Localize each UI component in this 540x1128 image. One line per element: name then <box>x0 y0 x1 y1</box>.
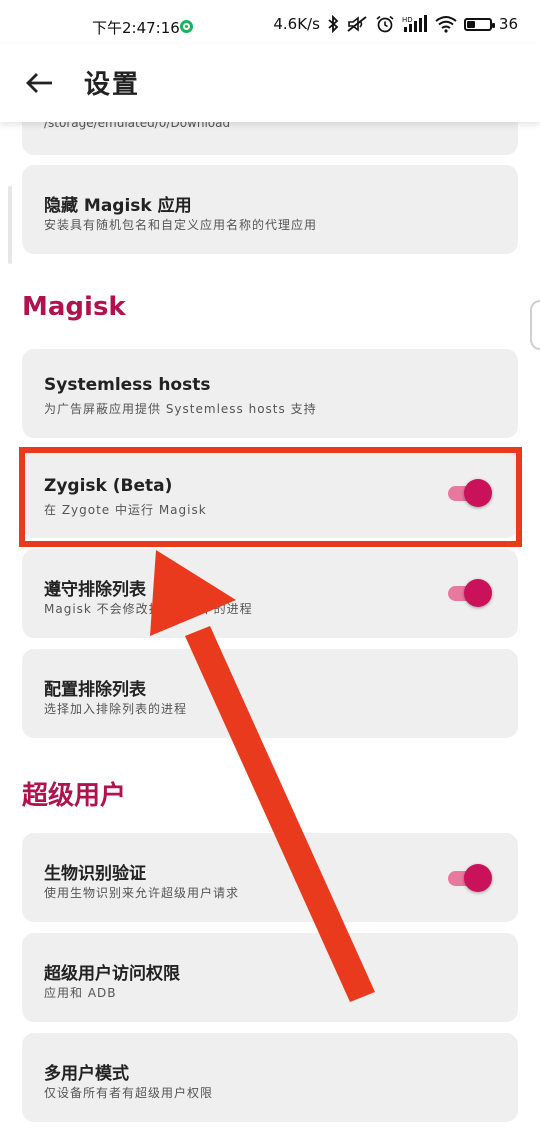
bluetooth-icon <box>327 15 339 33</box>
systemless-hosts-item[interactable]: Systemless hosts 为广告屏蔽应用提供 Systemless ho… <box>22 349 518 438</box>
biometric-toggle[interactable] <box>448 864 492 892</box>
biometric-item[interactable]: 生物识别验证 使用生物识别来允许超级用户请求 <box>22 833 518 922</box>
status-time: 下午2:47:16 <box>92 19 180 37</box>
section-header-superuser: 超级用户 <box>22 781 127 811</box>
configure-denylist-item[interactable]: 配置排除列表 选择加入排除列表的进程 <box>22 649 518 738</box>
enforce-denylist-item[interactable]: 遵守排除列表 Magisk 不会修改排除列表中的进程 <box>22 549 518 638</box>
item-title: Systemless hosts <box>44 375 211 395</box>
wifi-icon <box>435 15 457 33</box>
alarm-icon <box>375 15 395 33</box>
item-subtitle: 安装具有随机包名和自定义应用名称的代理应用 <box>44 218 318 232</box>
item-title: 配置排除列表 <box>44 680 146 700</box>
item-subtitle: 选择加入排除列表的进程 <box>44 702 188 716</box>
status-bar: 下午2:47:16 4.6K/s HD 36 <box>0 0 540 44</box>
arrow-left-icon[interactable] <box>22 66 56 100</box>
item-subtitle: 为广告屏蔽应用提供 Systemless hosts 支持 <box>44 402 317 416</box>
edge-handle[interactable] <box>530 300 540 350</box>
net-speed: 4.6K/s <box>273 15 320 33</box>
toggle-thumb <box>464 864 492 892</box>
app-bar: 设置 <box>0 44 540 122</box>
item-title: 遵守排除列表 <box>44 580 146 600</box>
notification-icon <box>180 20 193 33</box>
status-icons: 4.6K/s HD 36 <box>273 15 518 33</box>
page-title: 设置 <box>84 70 141 100</box>
hide-magisk-item[interactable]: 隐藏 Magisk 应用 安装具有随机包名和自定义应用名称的代理应用 <box>22 165 518 254</box>
section-header-magisk: Magisk <box>22 292 126 322</box>
svg-text:HD: HD <box>402 16 413 24</box>
toggle-thumb <box>464 579 492 607</box>
battery-icon <box>463 17 495 31</box>
scroll-indicator <box>8 186 12 264</box>
multiuser-mode-item[interactable]: 多用户模式 仅设备所有者有超级用户权限 <box>22 1033 518 1122</box>
hd-signal-icon: HD <box>402 15 428 33</box>
enforce-denylist-toggle[interactable] <box>448 579 492 607</box>
item-title: 隐藏 Magisk 应用 <box>44 196 192 216</box>
item-title: 多用户模式 <box>44 1064 129 1084</box>
item-subtitle: 仅设备所有者有超级用户权限 <box>44 1086 214 1100</box>
highlight-box <box>19 447 522 547</box>
item-subtitle: Magisk 不会修改排除列表中的进程 <box>44 602 253 616</box>
mute-icon <box>346 15 368 33</box>
superuser-access-item[interactable]: 超级用户访问权限 应用和 ADB <box>22 933 518 1022</box>
battery-percent: 36 <box>498 15 518 33</box>
item-subtitle: 应用和 ADB <box>44 986 117 1000</box>
item-title: 超级用户访问权限 <box>44 964 180 984</box>
item-subtitle: 使用生物识别来允许超级用户请求 <box>44 886 240 900</box>
battery-level <box>466 20 475 28</box>
item-title: 生物识别验证 <box>44 864 146 884</box>
